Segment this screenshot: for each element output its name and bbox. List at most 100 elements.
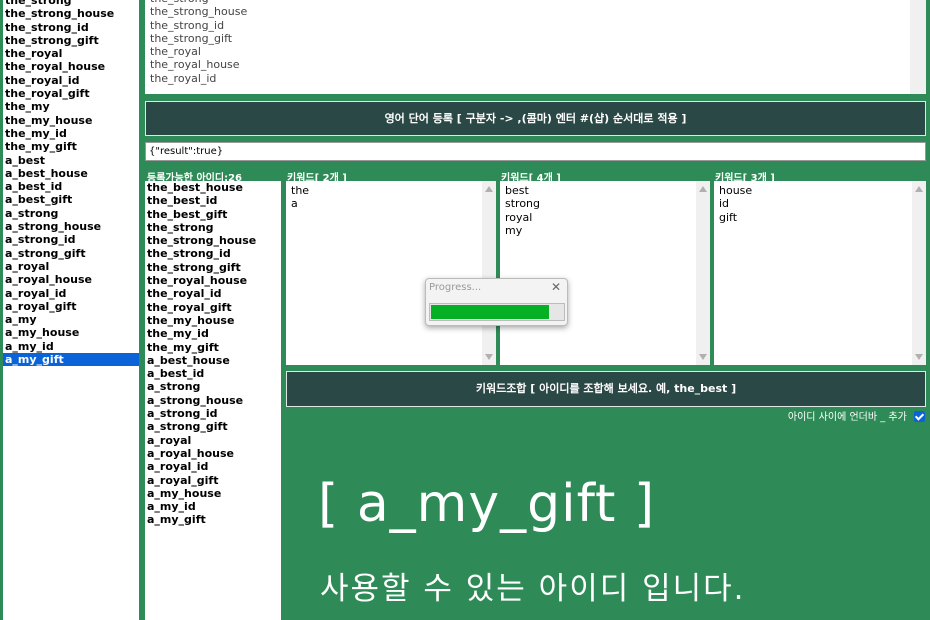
keyword-1-items: the a — [286, 181, 496, 211]
available-id-item[interactable]: the_my_gift — [145, 341, 281, 354]
available-id-item[interactable]: the_my_id — [145, 327, 281, 340]
preview-line: the_royal — [150, 45, 201, 59]
available-id-item[interactable]: the_strong_id — [145, 247, 281, 260]
left-list-item[interactable]: a_best_gift — [3, 193, 139, 206]
left-list-item[interactable]: the_my_id — [3, 127, 139, 140]
available-id-item[interactable]: a_best_id — [145, 367, 281, 380]
close-icon[interactable]: ✕ — [551, 280, 561, 294]
left-list-item[interactable]: a_my — [3, 313, 139, 326]
available-id-item[interactable]: a_royal — [145, 434, 281, 447]
available-id-item[interactable]: the_best_gift — [145, 208, 281, 221]
left-list-item[interactable]: a_royal — [3, 260, 139, 273]
keyword-3-items: house id gift — [714, 181, 926, 224]
preview-items: the_strongthe_strong_housethe_strong_idt… — [150, 0, 247, 85]
available-id-item[interactable]: the_royal_house — [145, 274, 281, 287]
keyword-item: strong — [505, 197, 541, 211]
keyword-1-scrollbar[interactable] — [482, 181, 496, 365]
available-id-item[interactable]: a_strong_house — [145, 394, 281, 407]
left-id-list[interactable]: the_strong the_strong_house the_strong_id t… — [3, 0, 139, 620]
left-list-item[interactable]: the_royal_house — [3, 60, 139, 73]
left-list-item[interactable]: a_best_id — [3, 180, 139, 193]
available-id-item[interactable]: a_royal_house — [145, 447, 281, 460]
available-id-item[interactable]: a_my_house — [145, 487, 281, 500]
available-id-item[interactable]: the_best_id — [145, 194, 281, 207]
left-list-item[interactable]: the_my_gift — [3, 140, 139, 153]
left-list-item[interactable]: the_strong_id — [3, 21, 139, 34]
keyword-2-textarea[interactable]: best strong royal my — [500, 181, 710, 365]
keyword-1-textarea[interactable]: the a — [286, 181, 496, 365]
scroll-up-icon[interactable] — [485, 186, 493, 192]
available-id-item[interactable]: the_my_house — [145, 314, 281, 327]
underscore-checkbox[interactable] — [914, 410, 925, 422]
left-list-item[interactable]: a_royal_house — [3, 273, 139, 286]
left-id-items: the_strong the_strong_house the_strong_id t… — [3, 0, 139, 367]
keyword-3-scrollbar[interactable] — [912, 181, 926, 365]
available-id-item[interactable]: a_strong_gift — [145, 420, 281, 433]
left-list-item[interactable]: the_royal_gift — [3, 87, 139, 100]
preview-line: the_royal_house — [150, 58, 240, 72]
left-list-item[interactable]: a_strong_gift — [3, 247, 139, 260]
scroll-down-icon[interactable] — [699, 354, 707, 360]
word-input-textarea[interactable]: the_strongthe_strong_housethe_strong_idt… — [145, 0, 926, 94]
keyword-item: id — [719, 197, 730, 211]
keyword-2-scrollbar[interactable] — [696, 181, 710, 365]
available-id-item[interactable]: the_royal_gift — [145, 301, 281, 314]
available-id-item[interactable]: a_best_house — [145, 354, 281, 367]
available-id-item[interactable]: the_strong_house — [145, 234, 281, 247]
underscore-option-label: 아이디 사이에 언더바 _ 추가 — [787, 412, 907, 423]
scroll-down-icon[interactable] — [915, 354, 923, 360]
scroll-down-icon[interactable] — [485, 354, 493, 360]
left-list-item[interactable]: the_strong — [3, 0, 139, 7]
left-list-item[interactable]: the_strong_gift — [3, 34, 139, 47]
keyword-2-items: best strong royal my — [500, 181, 710, 238]
available-id-item[interactable]: the_best_house — [145, 181, 281, 194]
available-id-item[interactable]: a_my_gift — [145, 513, 281, 526]
keyword-item: house — [719, 184, 753, 197]
result-field[interactable]: {"result":true} — [145, 142, 926, 161]
scroll-up-icon[interactable] — [699, 186, 707, 192]
left-list-item[interactable]: the_royal_id — [3, 74, 139, 87]
available-id-item[interactable]: a_my_id — [145, 500, 281, 513]
available-id-list[interactable]: the_best_house the_best_id the_best_gift th… — [145, 181, 281, 620]
result-message: 사용할 수 있는 아이디 입니다. — [320, 571, 746, 607]
left-list-item[interactable]: a_best — [3, 154, 139, 167]
available-id-item[interactable]: the_strong — [145, 221, 281, 234]
available-id-item[interactable]: a_strong_id — [145, 407, 281, 420]
left-list-item[interactable]: a_best_house — [3, 167, 139, 180]
preview-line: the_royal_id — [150, 71, 217, 85]
underscore-option[interactable]: 아이디 사이에 언더바 _ 추가 — [787, 410, 925, 425]
keyword-item: best — [505, 184, 529, 197]
left-list-item[interactable]: a_my_house — [3, 326, 139, 339]
left-list-item[interactable]: a_my_gift — [3, 353, 139, 367]
preview-line: the_strong_id — [150, 18, 225, 32]
available-id-item[interactable]: a_royal_gift — [145, 474, 281, 487]
left-list-item[interactable]: a_royal_id — [3, 287, 139, 300]
available-id-item[interactable]: the_strong_gift — [145, 261, 281, 274]
left-list-item[interactable]: a_strong_house — [3, 220, 139, 233]
left-list-item[interactable]: a_strong_id — [3, 233, 139, 246]
left-list-item[interactable]: a_strong — [3, 207, 139, 220]
left-list-item[interactable]: the_my — [3, 100, 139, 113]
scroll-up-icon[interactable] — [915, 186, 923, 192]
available-id-item[interactable]: a_strong — [145, 380, 281, 393]
checkmark-icon — [914, 410, 925, 421]
progress-dialog-title: Progress... — [429, 282, 482, 293]
left-list-item[interactable]: the_strong_house — [3, 7, 139, 20]
combine-keywords-button[interactable]: 키워드조합 [ 아이디를 조합해 보세요. 예, the_best ] — [286, 371, 926, 407]
textarea-scrollbar[interactable] — [910, 0, 926, 94]
left-list-item[interactable]: the_royal — [3, 47, 139, 60]
preview-line: the_strong_house — [150, 5, 248, 19]
left-list-item[interactable]: the_my_house — [3, 114, 139, 127]
left-list-item[interactable]: a_my_id — [3, 340, 139, 353]
keyword-item: my — [505, 224, 523, 238]
result-id-display: [ a_my_gift ] — [318, 474, 656, 534]
left-list-item[interactable]: a_royal_gift — [3, 300, 139, 313]
result-value: {"result":true} — [149, 146, 224, 157]
keyword-3-textarea[interactable]: house id gift — [714, 181, 926, 365]
keyword-item: royal — [505, 210, 533, 224]
available-id-item[interactable]: the_royal_id — [145, 287, 281, 300]
keyword-item: the — [291, 184, 310, 197]
register-words-button[interactable]: 영어 단어 등록 [ 구분자 -> ,(콤마) 엔터 #(샵) 순서대로 적용 … — [145, 101, 926, 136]
available-id-item[interactable]: a_royal_id — [145, 460, 281, 473]
available-id-items: the_best_house the_best_id the_best_gift th… — [145, 181, 281, 527]
